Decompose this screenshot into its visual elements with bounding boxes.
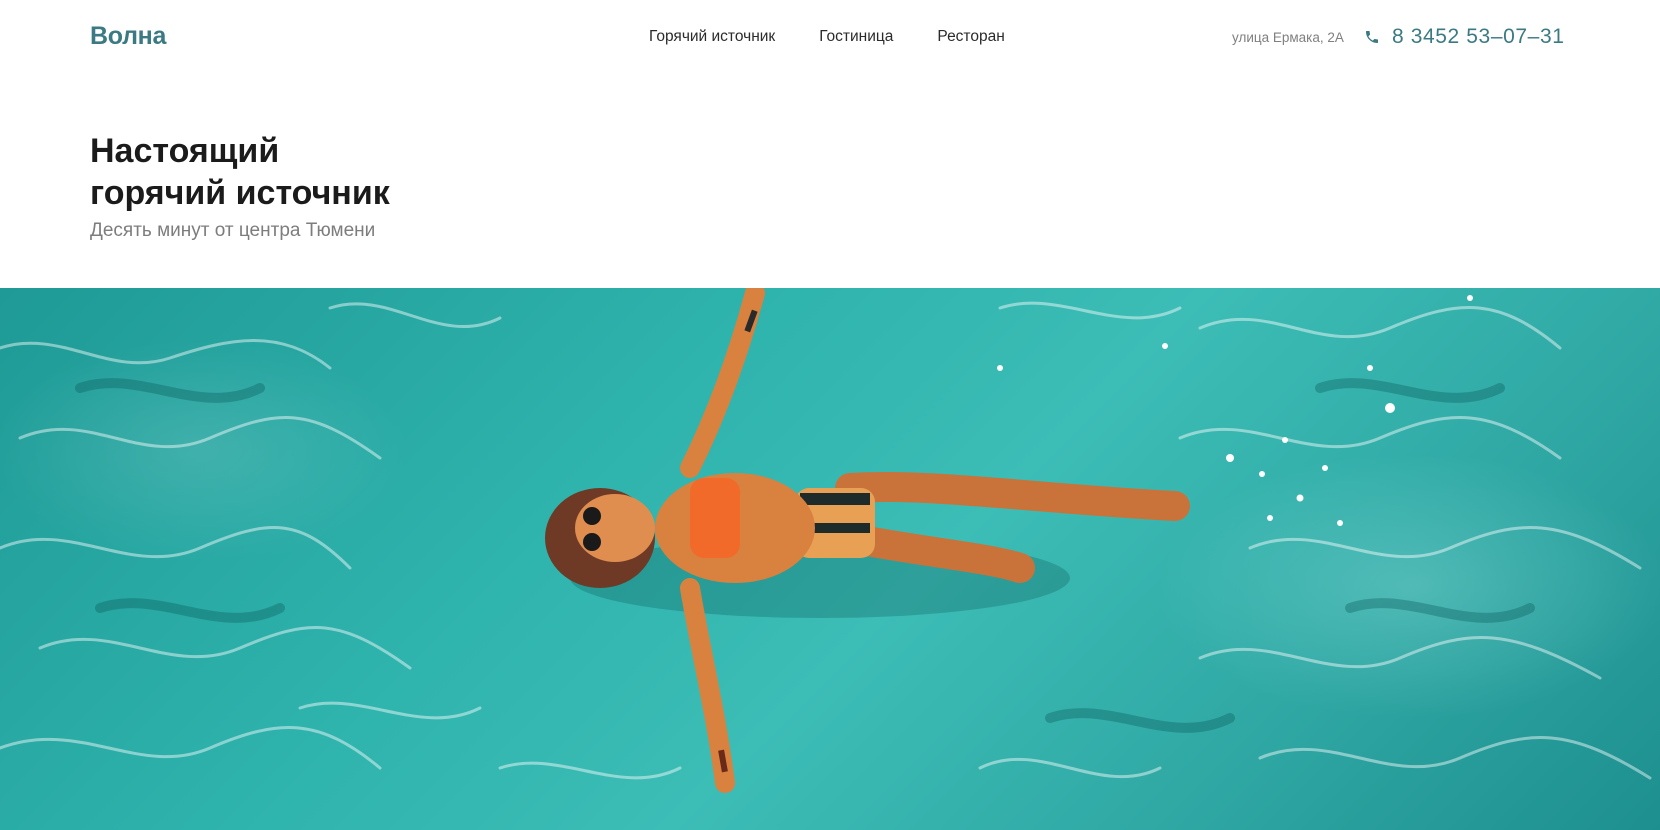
logo-link[interactable]: Волна (90, 22, 166, 51)
pool-illustration (0, 288, 1652, 793)
phone-icon (1364, 29, 1380, 45)
phone-number: 8 3452 53–07–31 (1392, 25, 1565, 48)
hero-text-block: Настоящий горячий источник Десять минут … (90, 130, 390, 242)
nav-item-hot-spring[interactable]: Горячий источник (649, 28, 775, 46)
hero-title-line-2: горячий источник (90, 174, 390, 212)
hero-photo-swimmer-in-pool (0, 288, 1660, 830)
hero-title-line-1: Настоящий (90, 132, 280, 170)
site-header: Волна Горячий источник Гостиница Рестора… (0, 0, 1660, 76)
address-text: улица Ермака, 2А (1232, 30, 1344, 45)
hero-subtitle: Десять минут от центра Тюмени (90, 220, 376, 241)
main-nav: Горячий источник Гостиница Ресторан (649, 28, 1005, 46)
nav-item-restaurant[interactable]: Ресторан (937, 28, 1004, 46)
nav-item-hotel[interactable]: Гостиница (819, 28, 893, 46)
phone-link[interactable]: 8 3452 53–07–31 (1364, 25, 1565, 49)
hero-title: Настоящий горячий источник (90, 130, 390, 214)
